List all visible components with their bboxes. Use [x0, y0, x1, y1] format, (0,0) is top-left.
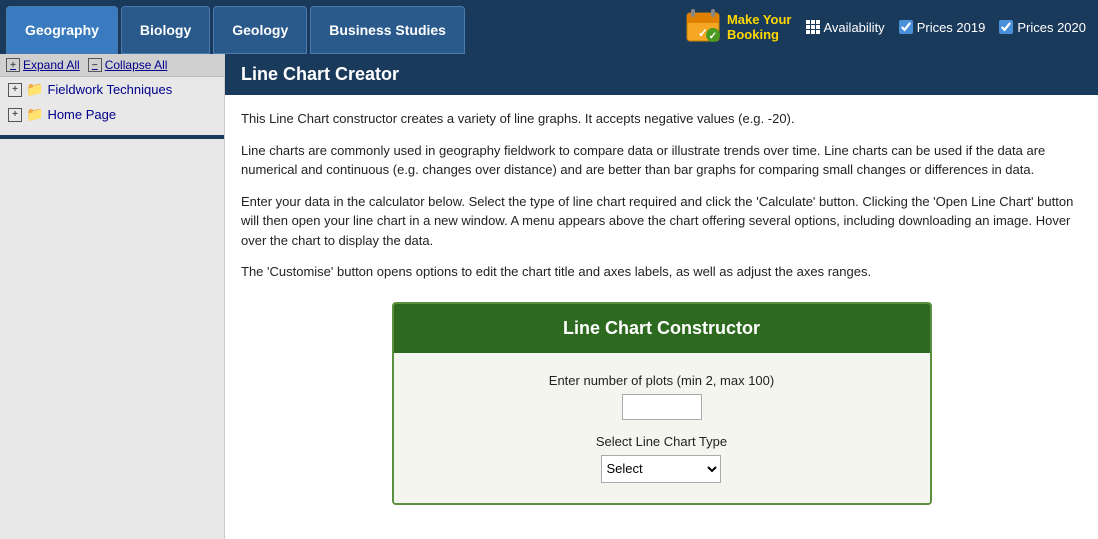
page-title: Line Chart Creator [225, 54, 1098, 95]
sidebar-item-fieldwork[interactable]: + 📁 Fieldwork Techniques [0, 77, 224, 102]
select-type-group: Select Line Chart Type Select Basic Line… [596, 434, 727, 483]
home-folder-icon: 📁 [26, 106, 43, 123]
intro-paragraph-3: Enter your data in the calculator below.… [241, 192, 1082, 251]
plots-input[interactable] [622, 394, 702, 420]
intro-paragraph-4: The 'Customise' button opens options to … [241, 262, 1082, 282]
nav-right-section: ✓ ✓ Make Your Booking Availability Price… [685, 0, 1092, 54]
svg-text:✓: ✓ [709, 31, 717, 42]
folder-icon: 📁 [26, 81, 43, 98]
chart-type-select[interactable]: Select Basic Line Chart Multiple Line Ch… [601, 455, 721, 483]
grid-icon [806, 20, 820, 34]
prices-2019-label[interactable]: Prices 2019 [899, 20, 986, 35]
content-body: This Line Chart constructor creates a va… [225, 95, 1098, 539]
prices-2019-checkbox[interactable] [899, 20, 913, 34]
nav-tab-geography[interactable]: Geography [6, 6, 118, 54]
nav-tab-geology[interactable]: Geology [213, 6, 307, 54]
collapse-all-button[interactable]: − Collapse All [88, 58, 168, 72]
intro-paragraph-2: Line charts are commonly used in geograp… [241, 141, 1082, 180]
plots-label: Enter number of plots (min 2, max 100) [549, 373, 774, 388]
prices-2020-label[interactable]: Prices 2020 [999, 20, 1086, 35]
nav-tab-business-studies[interactable]: Business Studies [310, 6, 465, 54]
nav-tab-biology[interactable]: Biology [121, 6, 210, 54]
chart-constructor-title: Line Chart Constructor [394, 304, 930, 353]
main-content: Line Chart Creator This Line Chart const… [225, 54, 1098, 539]
top-navigation: Geography Biology Geology Business Studi… [0, 0, 1098, 54]
plots-form-group: Enter number of plots (min 2, max 100) [414, 373, 910, 420]
make-booking-button[interactable]: ✓ ✓ Make Your Booking [685, 9, 792, 45]
booking-text: Make Your Booking [727, 12, 792, 42]
sidebar-divider [0, 135, 224, 139]
expand-fieldwork-icon: + [8, 83, 22, 97]
select-type-label: Select Line Chart Type [596, 434, 727, 449]
expand-all-button[interactable]: + Expand All [6, 58, 80, 72]
sidebar: + Expand All − Collapse All + 📁 Fieldwor… [0, 54, 225, 539]
calendar-icon: ✓ ✓ [685, 9, 721, 45]
expand-homepage-icon: + [8, 108, 22, 122]
chart-constructor: Line Chart Constructor Enter number of p… [392, 302, 932, 505]
sidebar-controls: + Expand All − Collapse All [0, 54, 224, 77]
collapse-icon: − [88, 58, 102, 72]
intro-paragraph-1: This Line Chart constructor creates a va… [241, 109, 1082, 129]
expand-icon: + [6, 58, 20, 72]
sidebar-item-homepage[interactable]: + 📁 Home Page [0, 102, 224, 127]
availability-link[interactable]: Availability [806, 20, 885, 35]
main-layout: + Expand All − Collapse All + 📁 Fieldwor… [0, 54, 1098, 539]
prices-2020-checkbox[interactable] [999, 20, 1013, 34]
chart-constructor-body: Enter number of plots (min 2, max 100) S… [394, 353, 930, 503]
